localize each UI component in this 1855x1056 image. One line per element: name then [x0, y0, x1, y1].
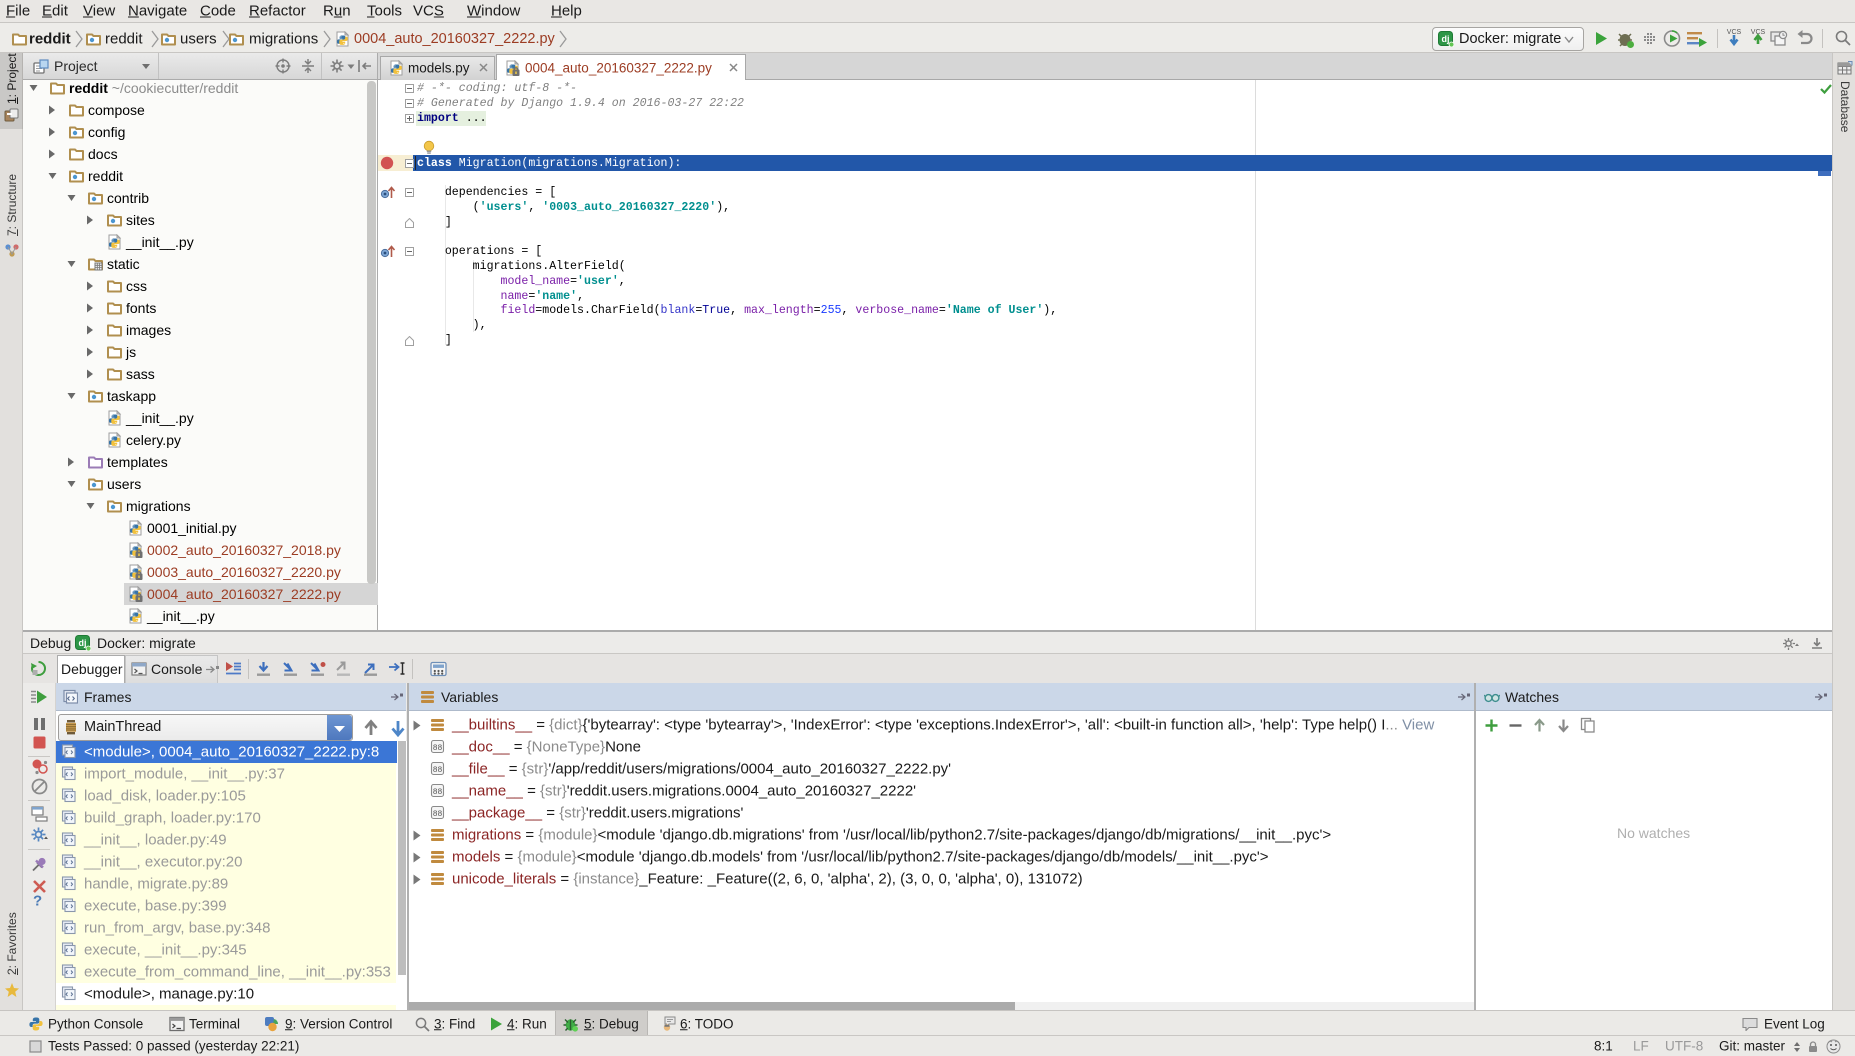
svg-text:VCS: VCS — [1727, 29, 1742, 36]
svg-text:dj: dj — [79, 638, 87, 648]
svg-text:88: 88 — [433, 810, 443, 819]
svg-text:88: 88 — [433, 788, 443, 797]
svg-text:88: 88 — [433, 766, 443, 775]
svg-text:dj: dj — [1442, 34, 1450, 44]
svg-text:88: 88 — [433, 744, 443, 753]
